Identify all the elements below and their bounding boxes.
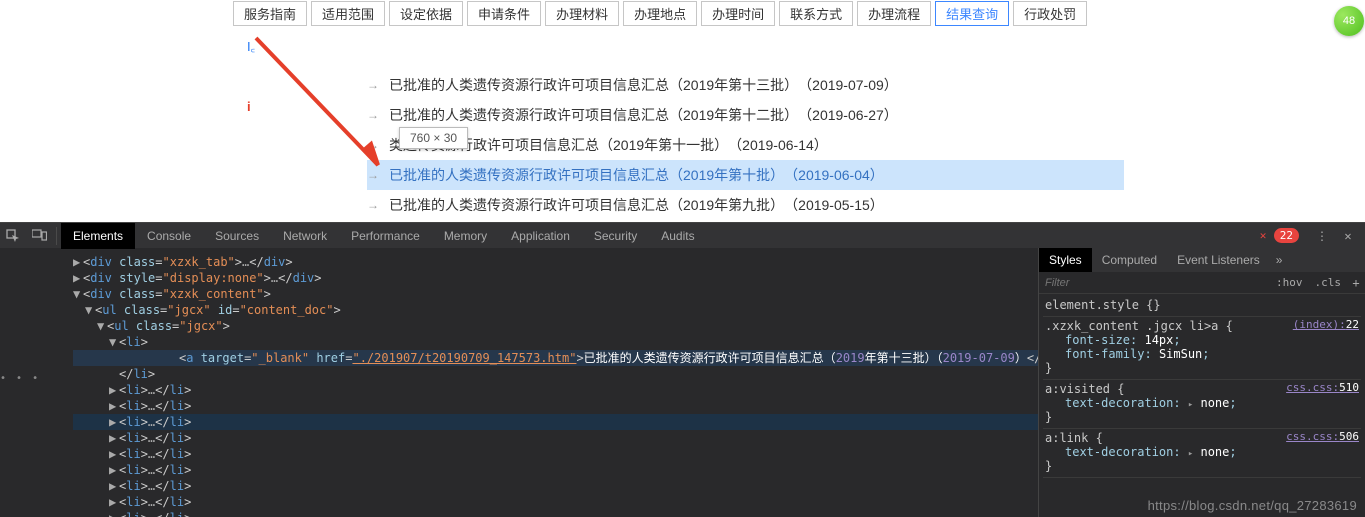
webpage-tab[interactable]: 申请条件: [467, 1, 541, 26]
webpage-tab[interactable]: 办理地点: [623, 1, 697, 26]
style-rule[interactable]: css.css:510a:visited {text-decoration: ▸…: [1043, 380, 1361, 429]
dimension-tooltip: 760 × 30: [399, 127, 468, 149]
more-tabs-icon[interactable]: »: [1276, 253, 1283, 267]
result-row[interactable]: → 已批准的人类遗传资源行政许可项目信息汇总（2019年第九批）（2019-05-…: [367, 190, 1127, 220]
dom-node-line[interactable]: ▶<li>…</li>: [73, 398, 1038, 414]
result-date: （2019-06-14）: [728, 135, 828, 155]
source-link[interactable]: (index):22: [1293, 318, 1359, 331]
webpage-tab[interactable]: 办理时间: [701, 1, 775, 26]
dom-node-line[interactable]: ▶<li>…</li>: [73, 510, 1038, 517]
hov-toggle[interactable]: :hov: [1270, 276, 1309, 289]
dom-node-line[interactable]: ▶<li>…</li>: [73, 462, 1038, 478]
devtools-main-tab[interactable]: Security: [582, 223, 649, 249]
cls-toggle[interactable]: .cls: [1309, 276, 1348, 289]
error-count-badge[interactable]: 22: [1274, 228, 1299, 243]
floating-badge[interactable]: 48: [1334, 6, 1364, 36]
dom-node-line[interactable]: ▶<li>…</li>: [73, 382, 1038, 398]
new-rule-button[interactable]: +: [1347, 276, 1365, 290]
styles-subtab[interactable]: Computed: [1092, 248, 1167, 272]
dom-node-line[interactable]: ▶<li>…</li>: [73, 446, 1038, 462]
selection-gutter: • • •: [0, 373, 40, 384]
dom-node-line[interactable]: ▶<li>…</li>: [73, 494, 1038, 510]
devtools-main-tabs: ElementsConsoleSourcesNetworkPerformance…: [61, 223, 707, 249]
devtools-main-tab[interactable]: Network: [271, 223, 339, 249]
webpage-tab[interactable]: 联系方式: [779, 1, 853, 26]
styles-tabs: StylesComputedEvent Listeners »: [1039, 248, 1365, 272]
inspect-icon[interactable]: [0, 223, 26, 249]
dom-node-line[interactable]: ▶<div style="display:none">…</div>: [73, 270, 1038, 286]
devtools-main-tab[interactable]: Memory: [432, 223, 499, 249]
dom-tree-panel[interactable]: • • • ▶<div class="xzxk_tab">…</div>▶<di…: [0, 248, 1038, 517]
result-date: （2019-06-27）: [798, 105, 898, 125]
style-rule[interactable]: element.style {}: [1043, 296, 1361, 317]
source-link[interactable]: css.css:506: [1286, 430, 1359, 443]
webpage-tabs: 服务指南适用范围设定依据申请条件办理材料办理地点办理时间联系方式办理流程结果查询…: [233, 1, 1087, 26]
dom-node-line[interactable]: ▶<li>…</li>: [73, 430, 1038, 446]
dom-node-line[interactable]: ▶<li>…</li>: [73, 478, 1038, 494]
kebab-menu-icon[interactable]: ⋮: [1309, 223, 1335, 249]
style-rule[interactable]: (index):22.xzxk_content .jgcx li>a {font…: [1043, 317, 1361, 380]
devtools-main-tab[interactable]: Performance: [339, 223, 432, 249]
source-link[interactable]: css.css:510: [1286, 381, 1359, 394]
webpage-tab[interactable]: 适用范围: [311, 1, 385, 26]
devtools-main-tab[interactable]: Console: [135, 223, 203, 249]
webpage-tab[interactable]: 服务指南: [233, 1, 307, 26]
webpage-tab[interactable]: 办理流程: [857, 1, 931, 26]
styles-sidebar: StylesComputedEvent Listeners » :hov .cls…: [1038, 248, 1365, 517]
devtools-main-tab[interactable]: Audits: [649, 223, 706, 249]
result-row[interactable]: →已批准的人类遗传资源行政许可项目信息汇总（2019年第十二批）（2019-06…: [367, 100, 1127, 130]
dom-node-line[interactable]: ▼<div class="xzxk_content">: [73, 286, 1038, 302]
result-list: → 已批准的人类遗传资源行政许可项目信息汇总（2019年第十三批）（2019-07…: [367, 70, 1127, 220]
close-icon[interactable]: ✕: [1335, 223, 1361, 249]
webpage-tab[interactable]: 结果查询: [935, 1, 1009, 26]
webpage-tab[interactable]: 行政处罚: [1013, 1, 1087, 26]
bullet-arrow-icon: →: [367, 198, 379, 212]
styles-filter-input[interactable]: [1039, 277, 1270, 289]
result-title: 已批准的人类遗传资源行政许可项目信息汇总（2019年第十三批）: [389, 75, 798, 95]
result-row[interactable]: →已批准的人类遗传资源行政许可项目信息汇总（2019年第十三批）（2019-07…: [367, 70, 1127, 100]
dom-node-line[interactable]: ▼<ul class="jgcx" id="content_doc">: [73, 302, 1038, 318]
result-row[interactable]: →已批准的人类遗传资源行政许可项目信息汇总（2019年第十批）（2019-06-…: [367, 160, 1124, 190]
device-icon[interactable]: [26, 223, 52, 249]
dom-node-line[interactable]: ▼<ul class="jgcx">: [73, 318, 1038, 334]
result-date: （2019-07-09）: [798, 75, 898, 95]
webpage-pane: 服务指南适用范围设定依据申请条件办理材料办理地点办理时间联系方式办理流程结果查询…: [0, 0, 1365, 222]
styles-filter-row: :hov .cls +: [1039, 272, 1365, 294]
result-title: 已批准的人类遗传资源行政许可项目信息汇总（2019年第十二批）: [389, 105, 798, 125]
style-rule[interactable]: css.css:506a:link {text-decoration: ▸ no…: [1043, 429, 1361, 478]
devtools-toolbar: ElementsConsoleSourcesNetworkPerformance…: [0, 222, 1365, 248]
devtools-main-tab[interactable]: Application: [499, 223, 582, 249]
result-title: 已批准的人类遗传资源行政许可项目信息汇总（2019年第九批）: [389, 195, 784, 215]
devtools-main-tab[interactable]: Sources: [203, 223, 271, 249]
result-title: 已批准的人类遗传资源行政许可项目信息汇总（2019年第十批）: [389, 165, 784, 185]
result-date: （2019-06-04）: [784, 165, 884, 185]
annotation-arrow: [248, 30, 398, 180]
result-row[interactable]: →类遗传资源行政许可项目信息汇总（2019年第十一批）（2019-06-14）: [367, 130, 1127, 160]
webpage-tab[interactable]: 设定依据: [389, 1, 463, 26]
dom-node-line[interactable]: ▶<div class="xzxk_tab">…</div>: [73, 254, 1038, 270]
webpage-tab[interactable]: 办理材料: [545, 1, 619, 26]
result-date: （2019-05-15）: [784, 195, 884, 215]
dom-node-line[interactable]: </li>: [73, 366, 1038, 382]
watermark-text: https://blog.csdn.net/qq_27283619: [1148, 498, 1357, 513]
style-rules[interactable]: element.style {}(index):22.xzxk_content …: [1039, 294, 1365, 517]
styles-subtab[interactable]: Event Listeners: [1167, 248, 1270, 272]
dom-node-line[interactable]: ▶<li>…</li>: [73, 414, 1038, 430]
styles-subtab[interactable]: Styles: [1039, 248, 1092, 272]
devtools-main-tab[interactable]: Elements: [61, 223, 135, 249]
dom-node-line[interactable]: <a target="_blank" href="./201907/t20190…: [73, 350, 1038, 366]
devtools-pane: ElementsConsoleSourcesNetworkPerformance…: [0, 222, 1365, 517]
dom-node-line[interactable]: ▼<li>: [73, 334, 1038, 350]
